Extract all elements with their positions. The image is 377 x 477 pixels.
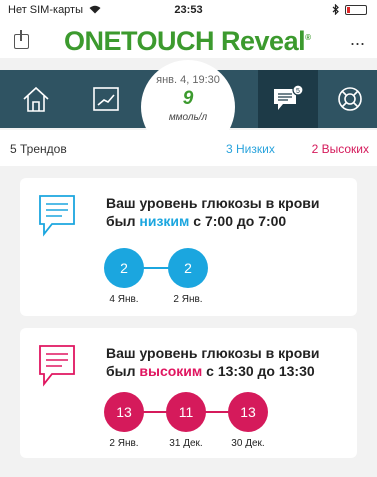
tab-home[interactable] <box>6 70 66 128</box>
status-right <box>332 4 367 15</box>
app-logo: ONETOUCH Reveal® <box>64 26 311 56</box>
clock: 23:53 <box>174 4 203 16</box>
reading-unit: ммоль/л <box>168 112 208 123</box>
chat-icon <box>39 195 75 237</box>
trend-chart-icon <box>93 87 119 111</box>
share-icon[interactable] <box>14 30 29 49</box>
reading-bubble: 2 <box>104 248 144 288</box>
trend-message: Ваш уровень глюкозы в крови был высоким … <box>106 345 320 379</box>
high-filter[interactable]: 2 Высоких <box>312 142 369 156</box>
reading-bubble: 13 <box>104 392 144 432</box>
reading-date-label: 2 Янв. <box>173 294 203 305</box>
low-filter[interactable]: 3 Низких <box>226 142 275 156</box>
trends-summary: 5 Трендов 3 Низких 2 Высоких <box>0 130 377 166</box>
reading-date-label: 4 Янв. <box>109 294 139 305</box>
trend-message: Ваш уровень глюкозы в крови был низким с… <box>106 195 320 229</box>
chat-icon <box>39 345 75 387</box>
status-bar: Нет SIM-карты 23:53 <box>0 0 377 22</box>
tab-support[interactable] <box>320 70 377 128</box>
reading-bubble: 11 <box>166 392 206 432</box>
reading-value: 9 <box>182 88 194 109</box>
reading-bubble: 2 <box>168 248 208 288</box>
lifebuoy-icon <box>338 87 362 111</box>
message-icon: 5 <box>274 84 304 110</box>
trend-card-low[interactable]: Ваш уровень глюкозы в крови был низким с… <box>20 178 357 316</box>
trend-card-high[interactable]: Ваш уровень глюкозы в крови был высоким … <box>20 328 357 458</box>
svg-text:5: 5 <box>296 88 300 95</box>
reading-bubble: 13 <box>228 392 268 432</box>
trend-count: 5 Трендов <box>10 142 67 156</box>
app-header: ONETOUCH Reveal® ... <box>0 22 377 58</box>
reading-date-label: 30 Дек. <box>231 438 265 449</box>
reading-date-label: 2 Янв. <box>109 438 139 449</box>
reading-date: янв. 4, 19:30 <box>156 74 220 86</box>
home-icon <box>23 86 49 112</box>
reading-date-label: 31 Дек. <box>169 438 203 449</box>
tab-trends[interactable] <box>76 70 136 128</box>
more-icon[interactable]: ... <box>350 30 365 48</box>
battery-icon <box>345 4 367 15</box>
bluetooth-icon <box>332 4 339 15</box>
tab-messages[interactable]: 5 <box>258 70 318 128</box>
